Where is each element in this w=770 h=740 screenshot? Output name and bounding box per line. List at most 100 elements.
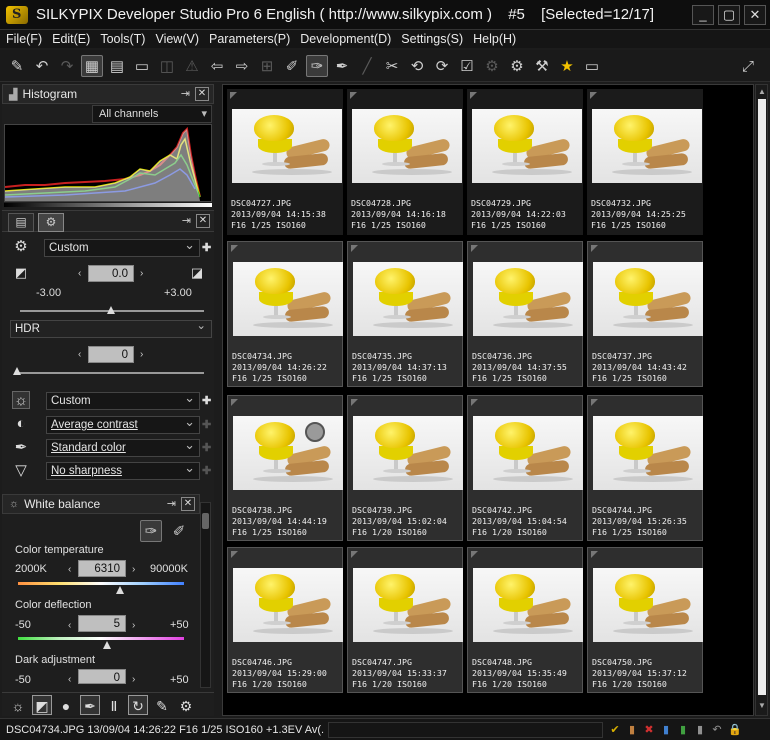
color-deflection-slider[interactable] — [18, 637, 184, 640]
thumbnail-image[interactable] — [473, 416, 583, 490]
color-temperature-value[interactable]: 6310 — [78, 560, 126, 577]
crop-icon[interactable]: ⊞ — [256, 55, 278, 77]
grid-scroll-thumb[interactable] — [758, 99, 766, 695]
thumbnail-image[interactable] — [353, 568, 463, 642]
thumbnail-card[interactable]: DSC04732.JPG 2013/09/04 14:25:25 F16 1/25 … — [587, 89, 703, 235]
hdr-decrease-arrow[interactable]: ‹ — [78, 349, 81, 360]
thumbnail-card[interactable]: DSC04727.JPG 2013/09/04 14:15:38 F16 1/25 … — [227, 89, 343, 235]
tone-tool-icon[interactable]: ◩ — [32, 694, 52, 715]
tabs-pin-icon[interactable]: ⇥ — [182, 214, 191, 228]
color-icon[interactable]: ✒ — [12, 439, 30, 457]
add-sharpness-button[interactable]: ✚ — [202, 464, 211, 477]
dark-adjustment-decrease[interactable]: ‹ — [68, 674, 71, 685]
thumbnail-image[interactable] — [473, 568, 583, 642]
hammer-icon[interactable]: ⚒ — [531, 55, 553, 77]
thumbnail-image[interactable] — [233, 416, 343, 490]
redo-icon[interactable]: ↷ — [56, 55, 78, 77]
menu-edit[interactable]: Edit(E) — [52, 32, 90, 46]
dark-adjustment-value[interactable]: 0 — [78, 669, 126, 684]
color-deflection-value[interactable]: 5 — [78, 615, 126, 632]
color-temperature-increase[interactable]: › — [132, 564, 135, 575]
scissors-icon[interactable]: ✂ — [381, 55, 403, 77]
thumbnail-image[interactable] — [473, 262, 583, 336]
check-icon[interactable]: ☑ — [456, 55, 478, 77]
spot-icon[interactable]: ✒ — [331, 55, 353, 77]
thumbnail-card[interactable]: DSC04734.JPG 2013/09/04 14:26:22 F16 1/25 … — [227, 241, 343, 387]
thumbnail-card[interactable]: DSC04742.JPG 2013/09/04 15:04:54 F16 1/20 … — [467, 395, 583, 541]
hdr-value[interactable]: 0 — [88, 346, 134, 363]
batch-icon[interactable]: ⚙ — [481, 55, 503, 77]
previous-icon[interactable]: ⇦ — [206, 55, 228, 77]
rotate-tool-icon[interactable]: ↻ — [128, 694, 148, 715]
menu-development[interactable]: Development(D) — [300, 32, 391, 46]
hdr-increase-arrow[interactable]: › — [140, 349, 143, 360]
thumbnail-card[interactable]: DSC04739.JPG 2013/09/04 15:02:04 F16 1/20 … — [347, 395, 463, 541]
channel-select[interactable]: All channels — [92, 105, 212, 123]
fullscreen-icon[interactable]: ⤢ — [737, 55, 759, 77]
menu-settings[interactable]: Settings(S) — [401, 32, 463, 46]
thumbnail-image[interactable] — [472, 109, 582, 183]
exposure-increase-arrow[interactable]: › — [140, 268, 143, 279]
thumbnail-image[interactable] — [352, 109, 462, 183]
grid-view-icon[interactable]: ▦ — [81, 54, 103, 77]
thumbnail-card[interactable]: DSC04735.JPG 2013/09/04 14:37:13 F16 1/25 … — [347, 241, 463, 387]
thumbnail-image[interactable] — [593, 416, 703, 490]
hdr-slider-thumb[interactable] — [13, 367, 21, 375]
lens-tool-icon[interactable]: Ⅱ — [104, 695, 124, 715]
thumbnail-image[interactable] — [353, 416, 463, 490]
auto-exposure-icon[interactable]: ◪ — [188, 264, 206, 282]
tab-develop[interactable]: ⚙ — [38, 213, 64, 232]
add-exposure-taste-button[interactable]: ✚ — [202, 241, 211, 254]
undo-icon[interactable]: ↶ — [31, 55, 53, 77]
gear-icon[interactable]: ⚙ — [12, 238, 30, 256]
brush-icon[interactable]: ╱ — [356, 55, 378, 77]
undo-small-icon[interactable]: ↶ — [711, 723, 723, 736]
menu-file[interactable]: File(F) — [6, 32, 42, 46]
thumbnail-image[interactable] — [593, 568, 703, 642]
hdr-slider-track[interactable] — [16, 372, 204, 374]
monitor-icon[interactable]: ▭ — [581, 55, 603, 77]
approve-icon[interactable]: ✔ — [609, 723, 621, 736]
wb-close-icon[interactable]: ✕ — [181, 497, 195, 511]
menu-tools[interactable]: Tools(T) — [100, 32, 145, 46]
label-green-icon[interactable]: ▮ — [677, 723, 689, 736]
single-view-icon[interactable]: ▭ — [131, 55, 153, 77]
thumbnail-image[interactable] — [593, 262, 703, 336]
close-button[interactable]: ✕ — [744, 5, 766, 25]
develop-icon[interactable]: ⚙ — [506, 55, 528, 77]
color-temperature-decrease[interactable]: ‹ — [68, 564, 71, 575]
menu-help[interactable]: Help(H) — [473, 32, 516, 46]
thumbnail-image[interactable] — [233, 262, 343, 336]
wb-scroll-thumb[interactable] — [202, 513, 209, 529]
warning-icon[interactable]: ⚠ — [181, 55, 203, 77]
add-contrast-button[interactable]: ✚ — [202, 418, 211, 431]
scroll-down-arrow[interactable]: ▼ — [758, 701, 766, 710]
eraser-icon[interactable]: ✎ — [6, 55, 28, 77]
thumbnail-card[interactable]: DSC04728.JPG 2013/09/04 14:16:18 F16 1/25 … — [347, 89, 463, 235]
thumbnail-card[interactable]: DSC04746.JPG 2013/09/04 15:29:00 F16 1/20 … — [227, 547, 343, 693]
minimize-button[interactable]: _ — [692, 5, 714, 25]
compare-view-icon[interactable]: ◫ — [156, 55, 178, 77]
filmstrip-view-icon[interactable]: ▤ — [106, 55, 128, 77]
grid-scrollbar[interactable]: ▲ ▼ — [755, 84, 768, 716]
thumbnail-card[interactable]: DSC04750.JPG 2013/09/04 15:37:12 F16 1/20 … — [587, 547, 703, 693]
thumbnail-card[interactable]: DSC04738.JPG 2013/09/04 14:44:19 F16 1/25 … — [227, 395, 343, 541]
maximize-button[interactable]: ▢ — [718, 5, 740, 25]
contrast-icon[interactable]: ◐ — [12, 415, 30, 433]
menu-parameters[interactable]: Parameters(P) — [209, 32, 290, 46]
thumbnail-card[interactable]: DSC04748.JPG 2013/09/04 15:35:49 F16 1/20 … — [467, 547, 583, 693]
thumbnail-card[interactable]: DSC04737.JPG 2013/09/04 14:43:42 F16 1/25 … — [587, 241, 703, 387]
exposure-taste-select[interactable]: Custom — [44, 237, 200, 257]
color-select[interactable]: Standard color — [46, 437, 200, 457]
sharpness-select[interactable]: No sharpness — [46, 460, 200, 480]
thumbnail-image[interactable] — [232, 109, 342, 183]
color-deflection-decrease[interactable]: ‹ — [68, 620, 71, 631]
menu-view[interactable]: View(V) — [155, 32, 199, 46]
dropper-tool-icon[interactable]: ✎ — [152, 695, 172, 715]
exposure-decrease-arrow[interactable]: ‹ — [78, 268, 81, 279]
saturation-tool-icon[interactable]: ● — [56, 695, 76, 715]
exposure-value[interactable]: 0.0 — [88, 265, 134, 282]
color-temperature-slider[interactable] — [18, 582, 184, 585]
tab-info[interactable]: ▤ — [8, 213, 34, 232]
tabs-close-icon[interactable]: ✕ — [196, 214, 210, 228]
